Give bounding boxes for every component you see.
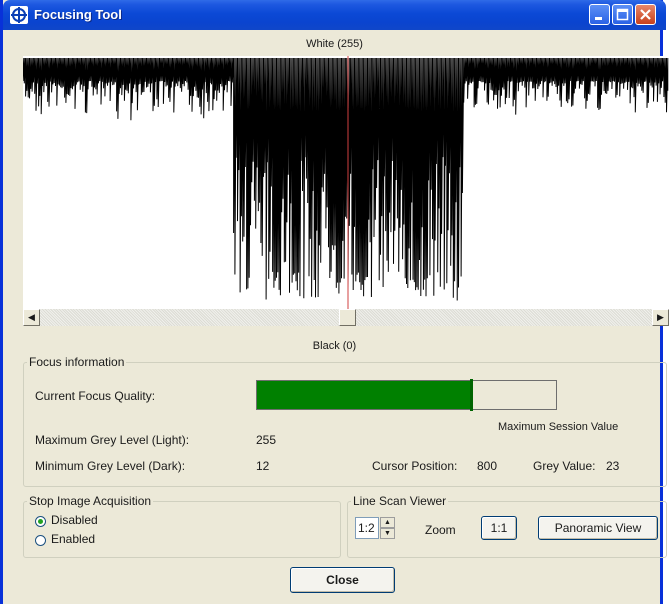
white-level-label: White (255) <box>306 38 363 50</box>
panoramic-view-button[interactable]: Panoramic View <box>538 516 658 540</box>
spin-down-icon[interactable]: ▼ <box>380 528 395 539</box>
disabled-radio-label[interactable]: Disabled <box>51 513 98 527</box>
zoom-label: Zoom <box>425 523 456 537</box>
scroll-right-icon[interactable]: ▶ <box>652 309 669 326</box>
crosshair-icon <box>10 6 28 24</box>
close-icon <box>640 9 651 20</box>
grey-value-value: 23 <box>606 459 620 473</box>
one-to-one-button[interactable]: 1:1 <box>481 516 517 540</box>
minimize-icon <box>595 17 602 20</box>
max-grey-label: Maximum Grey Level (Light): <box>35 433 190 447</box>
stop-acquisition-legend: Stop Image Acquisition <box>29 494 152 508</box>
line-scan-waveform <box>23 57 669 301</box>
enabled-radio-label[interactable]: Enabled <box>51 532 95 546</box>
max-session-label: Maximum Session Value <box>498 421 619 433</box>
zoom-stepper[interactable]: ▲ ▼ <box>380 517 395 539</box>
horizontal-scrollbar[interactable]: ◀ ▶ <box>23 309 669 326</box>
cursor-position-label: Cursor Position: <box>372 459 458 473</box>
line-scan-plot <box>23 56 669 309</box>
focus-quality-fill <box>257 381 473 409</box>
spin-up-icon[interactable]: ▲ <box>380 517 395 528</box>
max-grey-value: 255 <box>256 433 277 447</box>
focus-quality-bar <box>256 379 557 411</box>
line-scan-viewer-legend: Line Scan Viewer <box>353 494 447 508</box>
focus-quality-label: Current Focus Quality: <box>35 389 156 403</box>
zoom-input[interactable]: 1:2 <box>355 517 379 539</box>
window-title: Focusing Tool <box>34 7 122 22</box>
maximize-icon <box>616 8 629 21</box>
enabled-radio[interactable] <box>35 535 46 546</box>
minimize-button[interactable] <box>589 4 610 25</box>
close-button[interactable]: Close <box>290 567 395 593</box>
grey-value-label: Grey Value: <box>533 459 596 473</box>
scroll-thumb[interactable] <box>339 309 356 326</box>
maximize-button[interactable] <box>612 4 633 25</box>
min-grey-value: 12 <box>256 459 270 473</box>
focusing-tool-window: Focusing Tool White (255) ◀ ▶ Black (0) … <box>0 0 669 604</box>
focus-information-legend: Focus information <box>29 355 125 369</box>
scroll-left-icon[interactable]: ◀ <box>23 309 40 326</box>
title-bar[interactable]: Focusing Tool <box>3 0 666 30</box>
max-session-marker <box>470 379 474 411</box>
disabled-radio[interactable] <box>35 516 46 527</box>
black-level-label: Black (0) <box>312 340 357 352</box>
cursor-position-value: 800 <box>477 459 498 473</box>
min-grey-label: Minimum Grey Level (Dark): <box>35 459 186 473</box>
close-window-button[interactable] <box>635 4 656 25</box>
line-scan-view[interactable] <box>23 56 669 309</box>
